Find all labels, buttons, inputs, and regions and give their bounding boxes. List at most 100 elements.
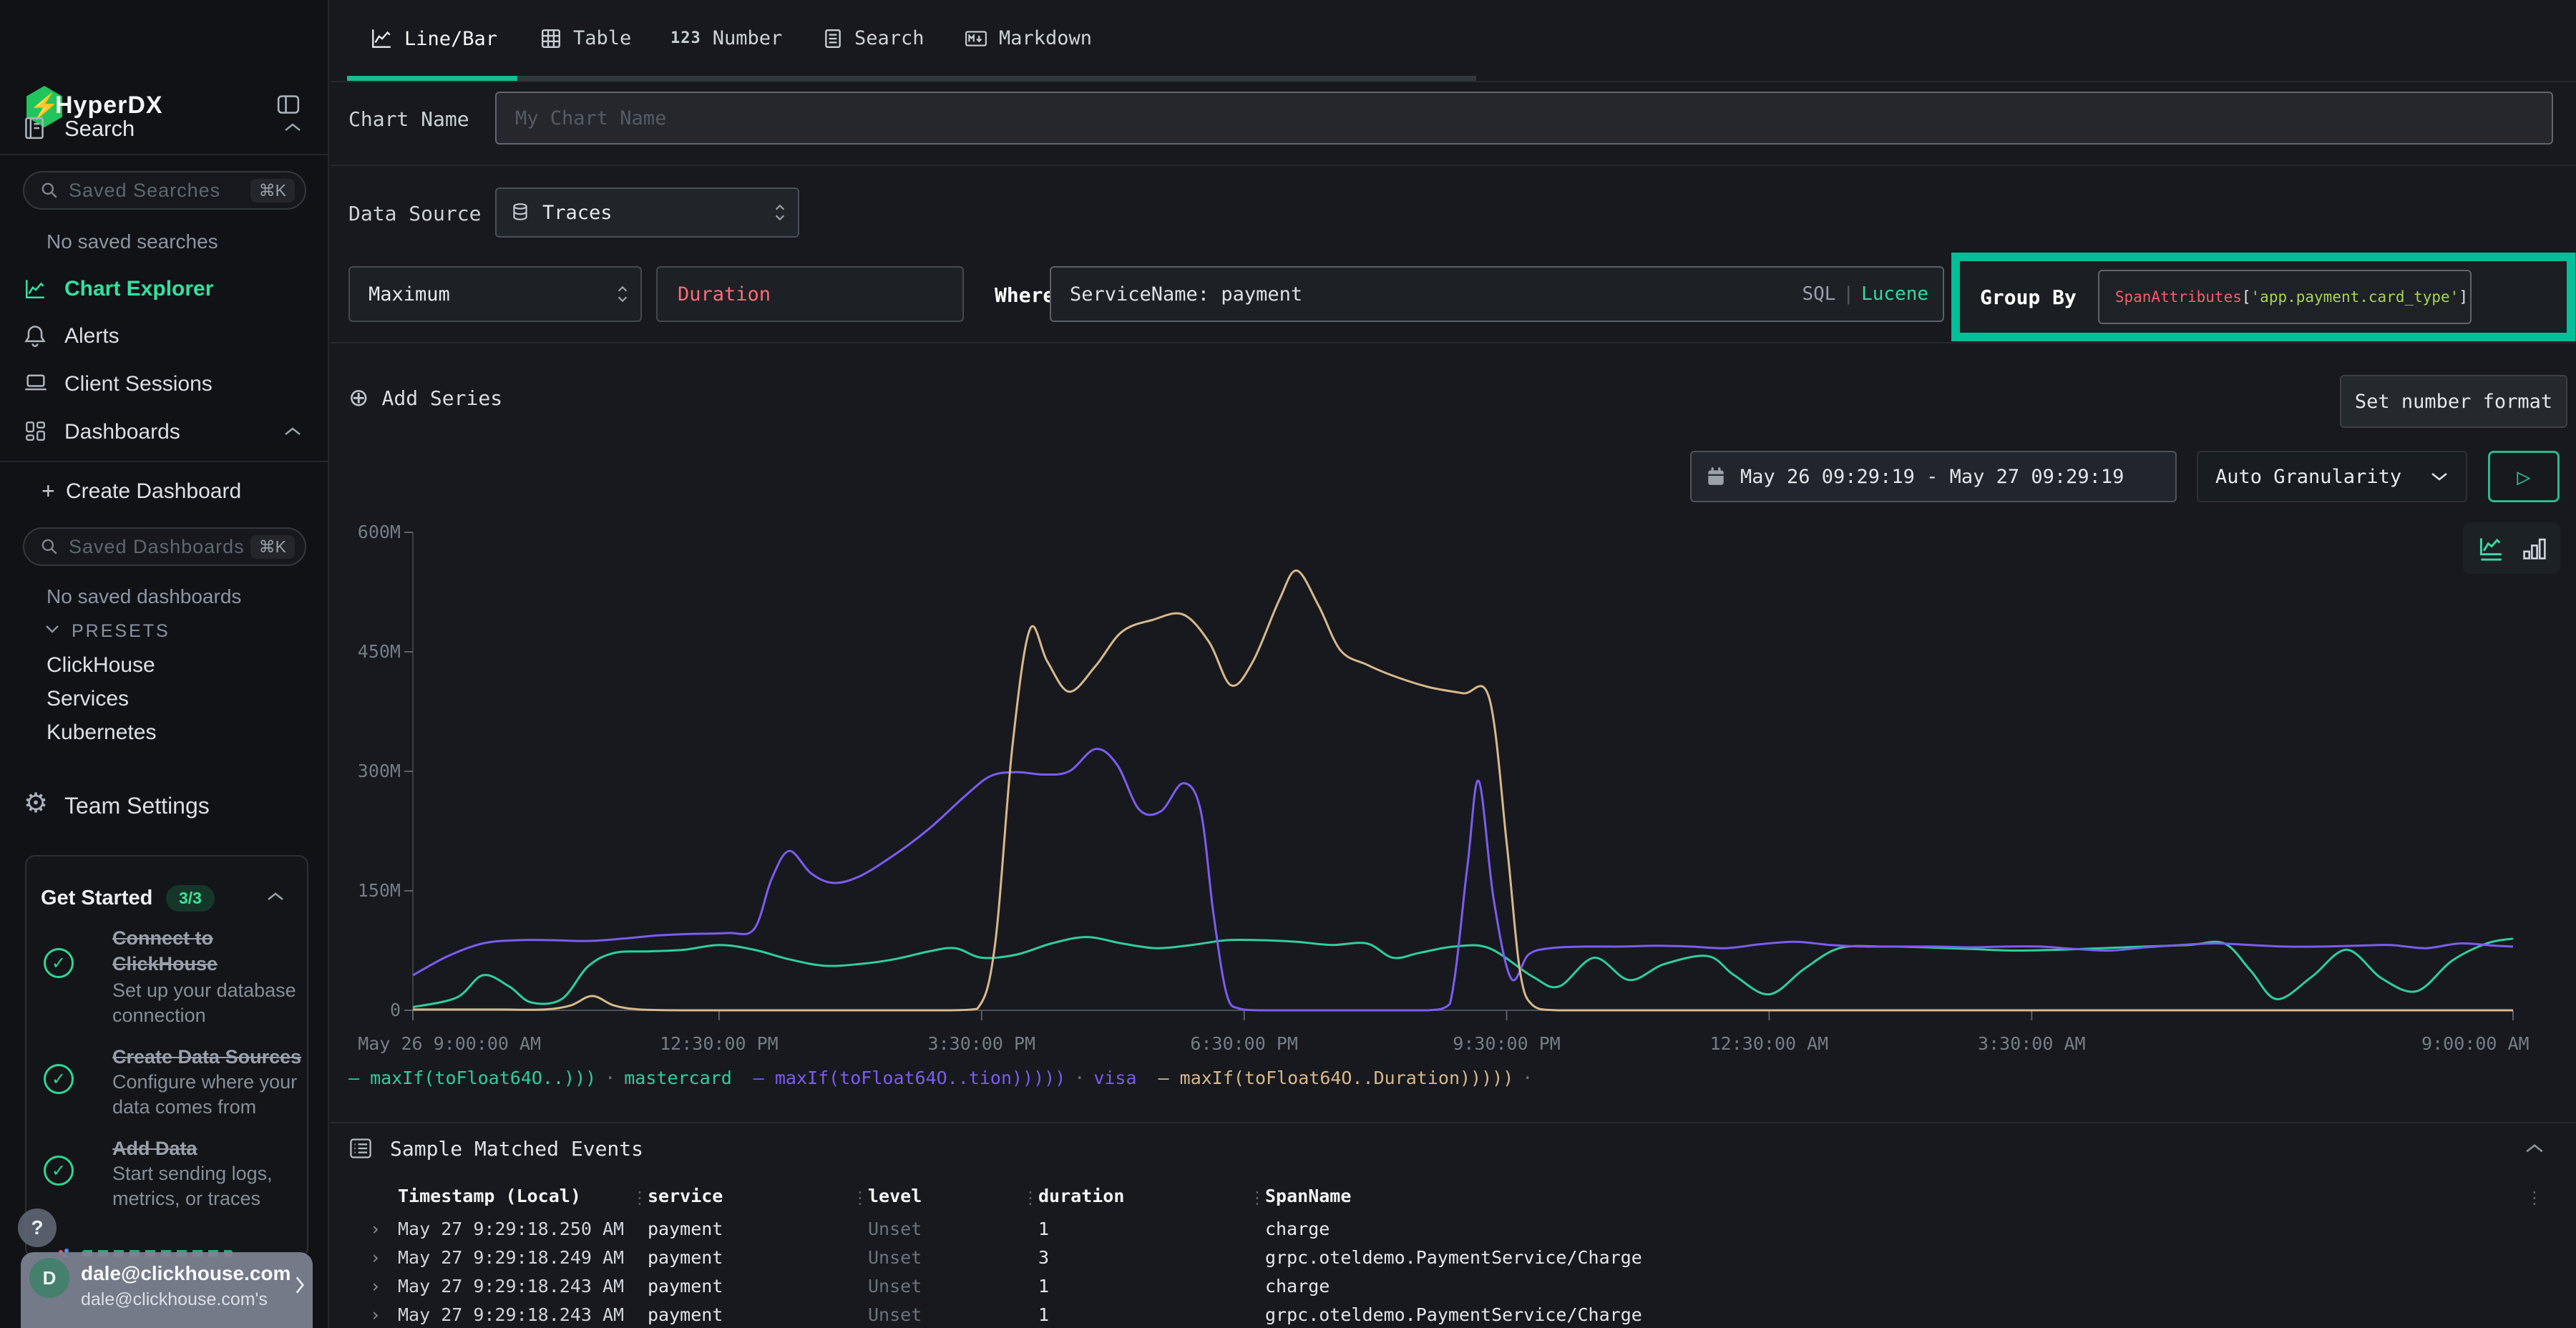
cell-timestamp: May 27 9:29:18.243 AM xyxy=(398,1301,624,1328)
saved-searches-input[interactable]: Saved Searches ⌘K xyxy=(23,171,306,210)
bracket-token: ] xyxy=(2459,288,2468,306)
chevron-down-icon xyxy=(2430,471,2449,482)
expand-chevron-icon[interactable]: › xyxy=(370,1215,381,1244)
bell-icon xyxy=(24,323,47,348)
query-language-switch[interactable]: SQL|Lucene xyxy=(1802,283,1928,305)
tab-table[interactable]: Table xyxy=(540,27,631,49)
col-header-duration[interactable]: duration xyxy=(1038,1182,1124,1211)
tab-line-bar[interactable]: Line/Bar xyxy=(370,27,497,50)
column-handle-icon[interactable]: ⋮ xyxy=(852,1188,869,1208)
sidebar-section-search[interactable]: Search xyxy=(64,116,135,142)
app-window: ⚡ HyperDX Search Saved Searches ⌘K No sa… xyxy=(0,0,2576,1328)
add-series-button[interactable]: ⊕ Add Series xyxy=(348,384,502,412)
chevron-down-icon[interactable] xyxy=(44,624,60,634)
data-source-label: Data Source xyxy=(348,202,481,225)
series-line xyxy=(413,937,2513,1007)
avatar: D xyxy=(29,1258,69,1298)
table-row[interactable]: › May 27 9:29:18.243 AM payment Unset 1 … xyxy=(331,1272,2576,1301)
sidebar-collapse-icon[interactable] xyxy=(276,94,301,115)
chevron-right-icon xyxy=(294,1275,306,1295)
col-header-spanname[interactable]: SpanName xyxy=(1265,1182,1351,1211)
granularity-value: Auto Granularity xyxy=(2215,466,2401,488)
divider xyxy=(331,342,2576,343)
legend-item[interactable]: — maxIf(toFloat64O..tion)))))·visa xyxy=(753,1068,1137,1088)
col-header-timestamp[interactable]: Timestamp (Local) xyxy=(398,1182,581,1211)
database-icon xyxy=(511,202,530,223)
cell-service: payment xyxy=(648,1215,723,1244)
chevron-up-icon[interactable] xyxy=(266,891,285,902)
divider xyxy=(331,1122,2576,1123)
sidebar-item-preset-services[interactable]: Services xyxy=(47,687,129,711)
tab-markdown[interactable]: Markdown xyxy=(965,27,1092,49)
group-by-input[interactable]: SpanAttributes['app.payment.card_type'] xyxy=(2098,270,2472,324)
tab-number[interactable]: 123 Number xyxy=(670,27,782,49)
table-row[interactable]: › May 27 9:29:18.249 AM payment Unset 3 … xyxy=(331,1244,2576,1272)
chart-plot-area[interactable] xyxy=(404,531,2515,1032)
timeseries-chart[interactable]: 0150M300M450M600M May 26 9:00:00 AM12:30… xyxy=(331,529,2576,1102)
laptop-icon xyxy=(24,372,48,394)
run-query-button[interactable]: ▷ xyxy=(2488,451,2560,502)
add-series-label: Add Series xyxy=(382,386,503,410)
y-tick-label: 600M xyxy=(339,521,401,544)
col-header-level[interactable]: level xyxy=(868,1182,922,1211)
sidebar-item-team-settings[interactable]: Team Settings xyxy=(64,793,210,819)
dashboards-icon xyxy=(24,419,47,442)
sample-events-header[interactable]: Sample Matched Events xyxy=(348,1136,643,1161)
cell-timestamp: May 27 9:29:18.250 AM xyxy=(398,1215,624,1244)
sidebar-item-client-sessions[interactable]: Client Sessions xyxy=(64,372,213,396)
expand-chevron-icon[interactable]: › xyxy=(370,1301,381,1328)
get-started-title: Get Started xyxy=(41,887,152,910)
chevron-up-icon[interactable] xyxy=(2524,1142,2545,1155)
set-number-format-button[interactable]: Set number format xyxy=(2340,375,2567,428)
chevron-up-icon[interactable] xyxy=(283,122,302,133)
legend-item[interactable]: — maxIf(toFloat64O..)))·mastercard xyxy=(348,1068,732,1088)
sidebar-item-preset-kubernetes[interactable]: Kubernetes xyxy=(47,721,156,745)
column-handle-icon[interactable]: ⋮ xyxy=(1022,1188,1039,1208)
saved-dashboards-input[interactable]: Saved Dashboards ⌘K xyxy=(23,527,306,566)
presets-section-label[interactable]: PRESETS xyxy=(72,621,170,642)
table-row[interactable]: › May 27 9:29:18.250 AM payment Unset 1 … xyxy=(331,1215,2576,1244)
data-source-select[interactable]: Traces xyxy=(495,187,799,238)
column-handle-icon[interactable]: ⋮ xyxy=(631,1188,648,1208)
chevron-up-icon[interactable] xyxy=(283,426,302,437)
user-menu[interactable]: D dale@clickhouse.com dale@clickhouse.co… xyxy=(21,1252,313,1328)
x-tick-label: May 26 9:00:00 AM xyxy=(358,1033,541,1054)
sidebar-item-alerts[interactable]: Alerts xyxy=(64,324,119,348)
table-menu-icon[interactable]: ⋮ xyxy=(2526,1188,2543,1208)
cell-level: Unset xyxy=(868,1215,922,1244)
chart-name-label: Chart Name xyxy=(348,107,469,131)
field-input[interactable]: Duration xyxy=(656,266,964,322)
help-button[interactable]: ? xyxy=(18,1209,57,1247)
y-tick-label: 300M xyxy=(339,760,401,783)
tab-search[interactable]: Search xyxy=(823,27,924,49)
main-content: Line/Bar Table 123 Number Search Markdow… xyxy=(331,0,2576,1328)
get-started-item-title[interactable]: Create Data Sources xyxy=(112,1044,307,1070)
legend-item[interactable]: — maxIf(toFloat64O..Duration)))))· xyxy=(1158,1068,1542,1088)
check-circle-icon: ✓ xyxy=(44,1156,74,1186)
search-icon xyxy=(40,181,59,200)
get-started-item-title[interactable]: Add Data xyxy=(112,1136,307,1161)
cell-level: Unset xyxy=(868,1272,922,1301)
get-started-item-title[interactable]: Connect to ClickHouse xyxy=(112,925,307,977)
column-handle-icon[interactable]: ⋮ xyxy=(1249,1188,1266,1208)
y-tick-label: 450M xyxy=(339,640,401,663)
shortcut-badge: ⌘K xyxy=(250,179,295,202)
sql-option[interactable]: SQL xyxy=(1802,283,1835,305)
date-range-picker[interactable]: May 26 09:29:19 - May 27 09:29:19 xyxy=(1690,451,2177,502)
lucene-option[interactable]: Lucene xyxy=(1861,283,1928,305)
aggregation-select[interactable]: Maximum xyxy=(348,266,642,322)
create-dashboard-button[interactable]: Create Dashboard xyxy=(66,479,241,504)
expand-chevron-icon[interactable]: › xyxy=(370,1272,381,1301)
cell-timestamp: May 27 9:29:18.249 AM xyxy=(398,1244,624,1272)
col-header-service[interactable]: service xyxy=(648,1182,723,1211)
chart-name-input[interactable]: My Chart Name xyxy=(495,92,2553,145)
expand-chevron-icon[interactable]: › xyxy=(370,1244,381,1272)
where-input[interactable]: ServiceName: payment SQL|Lucene xyxy=(1050,266,1944,322)
table-row[interactable]: › May 27 9:29:18.243 AM payment Unset 1 … xyxy=(331,1301,2576,1328)
chart-legend[interactable]: — maxIf(toFloat64O..)))·mastercard — maxI… xyxy=(348,1068,1563,1088)
sidebar-item-dashboards[interactable]: Dashboards xyxy=(64,420,180,444)
tabs-underline-track xyxy=(347,76,1476,81)
granularity-select[interactable]: Auto Granularity xyxy=(2197,451,2467,502)
sidebar-item-preset-clickhouse[interactable]: ClickHouse xyxy=(47,653,155,678)
sidebar-item-chart-explorer[interactable]: Chart Explorer xyxy=(64,277,213,301)
